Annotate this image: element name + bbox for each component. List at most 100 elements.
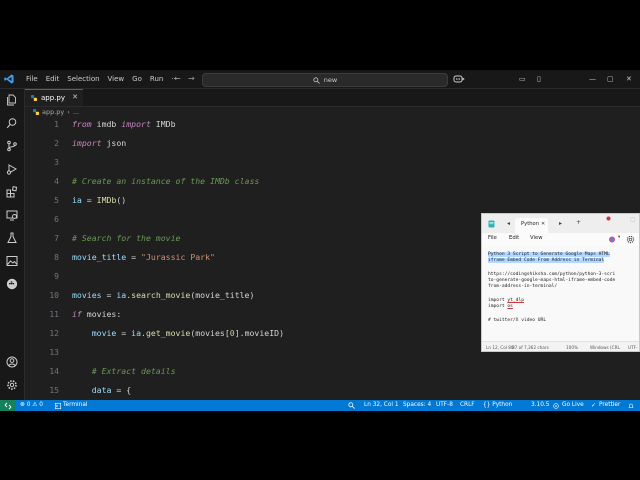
tab-label: app.py <box>41 94 65 102</box>
broadcast-icon <box>553 402 559 409</box>
breadcrumb-separator: › <box>67 108 70 116</box>
code-text: data = { <box>72 385 132 395</box>
menu-file[interactable]: File <box>22 70 42 88</box>
extensions-icon[interactable] <box>6 186 18 198</box>
language-mode[interactable]: {} Python <box>483 400 512 411</box>
testing-icon[interactable] <box>6 232 18 244</box>
maximize-button[interactable]: ▢ <box>607 70 614 88</box>
notepad-text-line: import os <box>488 304 513 309</box>
code-line: 5 ia = IMDb() <box>25 191 640 210</box>
go-live-button[interactable]: Go Live <box>562 400 584 411</box>
code-text: movies = ia.search_movie(movie_title) <box>72 290 255 300</box>
line-number: 14 <box>49 367 59 376</box>
menu-go[interactable]: Go <box>128 70 146 88</box>
vscode-window: File Edit Selection View Go Run ··· ← → … <box>0 70 640 411</box>
code-text: from imdb import IMDb <box>72 119 176 129</box>
menu-run[interactable]: Run <box>146 70 167 88</box>
menu-bar: File Edit Selection View Go Run ··· <box>22 70 182 88</box>
python-file-icon <box>33 109 39 115</box>
menu-edit[interactable]: Edit <box>42 70 64 88</box>
check-icon: ✓ <box>591 402 597 409</box>
copilot-icon[interactable] <box>608 236 616 243</box>
notepad-maximize-button[interactable]: ▢ <box>630 216 636 223</box>
line-number: 5 <box>54 196 59 205</box>
line-number: 2 <box>54 139 59 148</box>
notepad-encoding[interactable]: UTF- <box>628 345 638 350</box>
code-text: movie_title = "Jurassic Park" <box>72 252 215 262</box>
files-icon[interactable] <box>6 94 18 106</box>
line-number: 3 <box>54 158 59 167</box>
menu-view[interactable]: View <box>104 70 129 88</box>
notepad-menu-file[interactable]: File <box>488 235 497 241</box>
tab-list-icon[interactable]: ◂ <box>507 220 510 227</box>
close-window-button[interactable]: ✕ <box>626 70 632 88</box>
source-control-icon[interactable] <box>6 140 18 152</box>
minimize-button[interactable]: — <box>589 70 596 88</box>
breadcrumb: app.py › ... <box>25 106 79 118</box>
editor-tabs: app.py ✕ <box>25 89 640 107</box>
image-icon[interactable] <box>6 255 18 267</box>
code-comment: # Extract details <box>72 366 176 376</box>
run-debug-icon[interactable] <box>6 163 18 175</box>
notepad-cursor-position: Ln 12, Col 80 <box>486 345 514 350</box>
toggle-sidebar-button[interactable]: ▭ <box>519 70 526 88</box>
notepad-tab[interactable]: Python ✕ <box>515 218 548 233</box>
scroll-tabs-icon[interactable]: ▸ <box>559 220 562 227</box>
prettier-button[interactable]: Prettier <box>599 400 620 411</box>
docker-icon[interactable] <box>6 278 18 290</box>
notepad-menu-bar: File Edit View ▾ <box>482 233 639 246</box>
search-icon[interactable] <box>6 117 18 129</box>
settings-gear-icon[interactable] <box>626 235 635 244</box>
cursor-position[interactable]: Ln 32, Col 1 <box>364 400 399 411</box>
code-text: ia = IMDb() <box>72 195 127 205</box>
account-icon[interactable] <box>6 356 18 368</box>
title-bar: File Edit Selection View Go Run ··· ← → … <box>0 70 640 89</box>
status-bar: ⊗ 0 ⚠ 0 Terminal Ln 32, Col 1 Spaces: 4 … <box>0 400 640 411</box>
problems-count[interactable]: ⊗ 0 ⚠ 0 <box>20 400 43 411</box>
end-of-line[interactable]: CRLF <box>460 400 475 411</box>
notepad-zoom[interactable]: 100% <box>566 345 578 350</box>
indentation[interactable]: Spaces: 4 <box>403 400 431 411</box>
copilot-icon[interactable] <box>453 74 465 84</box>
python-version[interactable]: 3.10.5 <box>531 400 549 411</box>
code-line: 4 # Create an instance of the IMDb class <box>25 172 640 191</box>
line-number: 4 <box>54 177 59 186</box>
file-encoding[interactable]: UTF-8 <box>436 400 453 411</box>
notepad-text-line: iframe Embed Code From Address in Termin… <box>488 258 605 263</box>
remote-indicator[interactable] <box>0 400 16 411</box>
code-comment: # Create an instance of the IMDb class <box>72 176 260 186</box>
remote-explorer-icon[interactable] <box>6 209 18 221</box>
toggle-panel-button[interactable]: ▯ <box>537 70 541 88</box>
new-tab-button[interactable]: + <box>576 219 581 226</box>
line-number: 11 <box>49 310 59 319</box>
code-line: 14 # Extract details <box>25 362 640 381</box>
notepad-menu-view[interactable]: View <box>530 235 543 241</box>
notepad-line-ending[interactable]: Windows (CRL <box>590 345 620 350</box>
breadcrumb-file[interactable]: app.py <box>42 108 64 116</box>
terminal-button[interactable]: Terminal <box>63 400 88 411</box>
nav-back-button[interactable]: ← <box>174 73 181 85</box>
notepad-tab-close-button[interactable]: ✕ <box>541 221 545 227</box>
tab-app-py[interactable]: app.py ✕ <box>25 89 83 106</box>
menu-selection[interactable]: Selection <box>63 70 103 88</box>
notepad-menu-edit[interactable]: Edit <box>509 235 519 241</box>
code-line: 2 import json <box>25 134 640 153</box>
python-file-icon <box>31 95 37 101</box>
terminal-icon <box>55 402 61 409</box>
notepad-tab-bar: ◂ Python ✕ ▸ + ▢ <box>482 214 639 233</box>
notifications-bell-icon[interactable] <box>628 403 634 409</box>
zoom-icon <box>348 402 355 409</box>
command-center-search[interactable]: new <box>202 73 448 87</box>
settings-gear-icon[interactable] <box>6 379 18 391</box>
recording-indicator-icon <box>606 216 611 221</box>
code-line: 15 data = { <box>25 381 640 400</box>
line-number: 12 <box>49 329 59 338</box>
tab-close-button[interactable]: ✕ <box>72 93 78 101</box>
chevron-down-icon[interactable]: ▾ <box>618 235 620 240</box>
search-icon <box>313 76 320 84</box>
line-number: 7 <box>54 234 59 243</box>
notepad-text-line: # twitter/X video URL <box>488 318 547 323</box>
breadcrumb-symbols[interactable]: ... <box>73 108 79 116</box>
code-line: 3 <box>25 153 640 172</box>
nav-forward-button[interactable]: → <box>188 73 195 85</box>
